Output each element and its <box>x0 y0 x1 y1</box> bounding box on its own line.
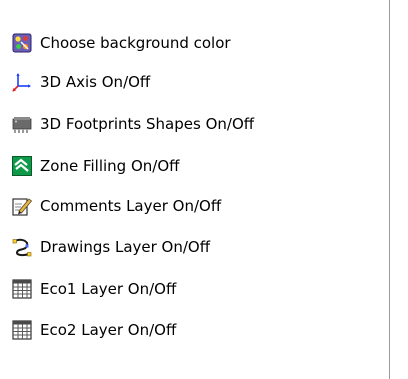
menu-item-eco2-layer[interactable]: Eco2 Layer On/Off <box>0 310 388 350</box>
context-menu: Choose background color 3D Axis On/Off 3… <box>0 0 390 379</box>
menu-item-drawings-layer[interactable]: Drawings Layer On/Off <box>0 227 388 267</box>
menu-item-label: Eco1 Layer On/Off <box>40 280 177 298</box>
palette-icon <box>12 33 32 53</box>
grid-layer-icon <box>12 320 32 340</box>
menu-item-label: 3D Axis On/Off <box>40 73 151 91</box>
menu-item-eco1-layer[interactable]: Eco1 Layer On/Off <box>0 269 388 309</box>
drawings-layer-icon <box>12 237 32 257</box>
menu-item-label: Comments Layer On/Off <box>40 197 222 215</box>
axis-3d-icon <box>12 72 32 92</box>
menu-item-label: Choose background color <box>40 34 231 52</box>
footprint-shapes-icon <box>12 114 32 134</box>
menu-item-zone-filling[interactable]: Zone Filling On/Off <box>0 146 388 186</box>
menu-item-comments-layer[interactable]: Comments Layer On/Off <box>0 186 388 226</box>
menu-item-label: Eco2 Layer On/Off <box>40 321 177 339</box>
menu-item-label: Zone Filling On/Off <box>40 157 180 175</box>
menu-item-label: 3D Footprints Shapes On/Off <box>40 115 255 133</box>
menu-item-choose-background-color[interactable]: Choose background color <box>0 23 388 63</box>
menu-item-label: Drawings Layer On/Off <box>40 238 211 256</box>
menu-item-3d-footprints-shapes[interactable]: 3D Footprints Shapes On/Off <box>0 104 388 144</box>
comments-layer-icon <box>12 196 32 216</box>
grid-layer-icon <box>12 279 32 299</box>
zone-fill-icon <box>12 156 32 176</box>
menu-item-3d-axis[interactable]: 3D Axis On/Off <box>0 62 388 102</box>
